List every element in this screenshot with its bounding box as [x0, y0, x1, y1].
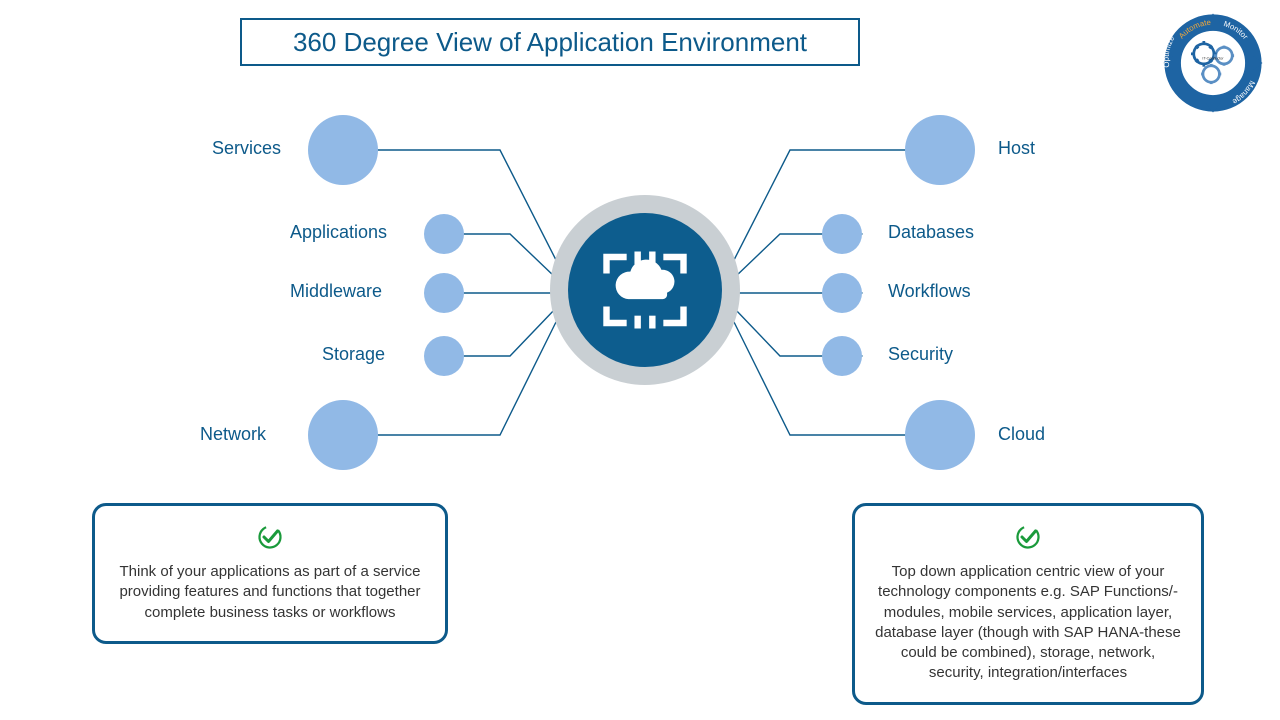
hub [550, 195, 740, 385]
node-security [822, 336, 862, 376]
label-security: Security [888, 344, 953, 365]
branding-wheel: Automate Monitor Manage Optimize IT-Cond… [1158, 8, 1268, 118]
label-applications: Applications [290, 222, 387, 243]
page-title: 360 Degree View of Application Environme… [293, 27, 807, 58]
node-storage [424, 336, 464, 376]
cloud-infrastructure-icon [590, 235, 700, 345]
label-services: Services [212, 138, 281, 159]
label-network: Network [200, 424, 266, 445]
node-services [308, 115, 378, 185]
label-databases: Databases [888, 222, 974, 243]
node-applications [424, 214, 464, 254]
label-cloud: Cloud [998, 424, 1045, 445]
node-middleware [424, 273, 464, 313]
node-cloud [905, 400, 975, 470]
callout-left: Think of your applications as part of a … [92, 503, 448, 644]
page-title-box: 360 Degree View of Application Environme… [240, 18, 860, 66]
hub-inner [568, 213, 722, 367]
branding-logo-text: IT-Conductor [1202, 56, 1224, 60]
label-storage: Storage [322, 344, 385, 365]
callout-right: Top down application centric view of you… [852, 503, 1204, 705]
callout-right-text: Top down application centric view of you… [875, 562, 1181, 684]
node-databases [822, 214, 862, 254]
callout-left-text: Think of your applications as part of a … [115, 562, 425, 623]
label-middleware: Middleware [290, 281, 382, 302]
label-workflows: Workflows [888, 281, 971, 302]
node-workflows [822, 273, 862, 313]
node-network [308, 400, 378, 470]
check-circle-icon [1013, 522, 1043, 552]
node-host [905, 115, 975, 185]
label-host: Host [998, 138, 1035, 159]
check-circle-icon [255, 522, 285, 552]
